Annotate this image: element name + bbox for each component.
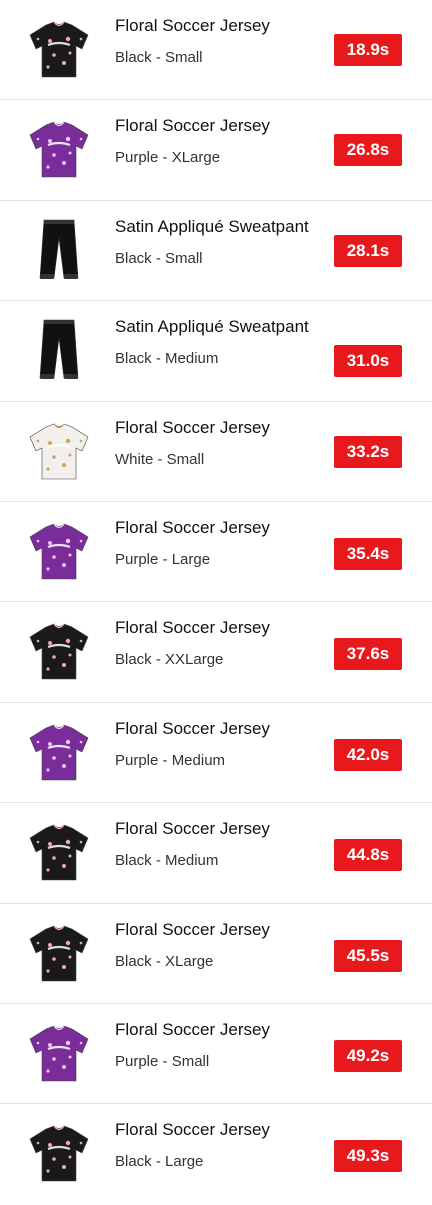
jersey-image [22, 918, 96, 990]
jersey-image [22, 1118, 96, 1190]
product-name: Floral Soccer Jersey [115, 1120, 270, 1140]
product-variant: Purple - Medium [115, 751, 226, 769]
time-badge: 44.8s [334, 839, 402, 872]
product-variant: Purple - Large [115, 550, 211, 568]
time-badge: 28.1s [334, 234, 402, 267]
product-name: Floral Soccer Jersey [115, 517, 270, 537]
product-variant: Black - Medium [115, 852, 219, 870]
list-item[interactable]: Floral Soccer Jersey Black - Medium 44.8s [0, 803, 432, 904]
sweatpant-image [22, 315, 96, 387]
time-badge: 49.2s [334, 1039, 402, 1072]
jersey-image [22, 114, 96, 186]
product-name: Floral Soccer Jersey [115, 618, 270, 638]
time-badge: 37.6s [334, 638, 402, 671]
product-name: Floral Soccer Jersey [115, 116, 270, 136]
list-item[interactable]: Floral Soccer Jersey Black - XLarge 45.5s [0, 904, 432, 1004]
jersey-image [22, 416, 96, 488]
product-variant: White - Small [115, 450, 205, 468]
jersey-image [22, 516, 96, 588]
list-item[interactable]: Satin Appliqué Sweatpant Black - Medium 31… [0, 301, 432, 402]
product-name: Floral Soccer Jersey [115, 16, 270, 35]
time-badge: 45.5s [334, 939, 402, 972]
jersey-image [22, 717, 96, 789]
product-name: Floral Soccer Jersey [115, 1019, 270, 1039]
list-item[interactable]: Floral Soccer Jersey Black - Small 18.9s [0, 0, 432, 101]
list-item[interactable]: Satin Appliqué Sweatpant Black - Small 28.… [0, 201, 432, 302]
time-badge: 26.8s [334, 134, 402, 167]
list-item[interactable]: Floral Soccer Jersey Purple - XLarge 26.8s [0, 100, 432, 201]
time-badge: 33.2s [334, 435, 402, 468]
product-variant: Black - Medium [115, 350, 219, 368]
product-list: Floral Soccer Jersey Black - Small 18.9s F… [0, 0, 432, 1205]
product-variant: Black - XXLarge [115, 651, 224, 669]
list-item[interactable]: Floral Soccer Jersey White - Small 33.2s [0, 402, 432, 502]
jersey-image [22, 616, 96, 688]
list-item[interactable]: Floral Soccer Jersey Black - Large 49.3s [0, 1104, 432, 1204]
list-item[interactable]: Floral Soccer Jersey Purple - Large 35.4s [0, 502, 432, 603]
list-item[interactable]: Floral Soccer Jersey Black - XXLarge 37.6s [0, 602, 432, 703]
product-variant: Purple - XLarge [115, 149, 221, 167]
jersey-image [22, 817, 96, 889]
product-variant: Black - Small [115, 49, 203, 66]
product-variant: Black - Large [115, 1153, 204, 1171]
product-variant: Purple - Small [115, 1052, 210, 1070]
time-badge: 42.0s [334, 738, 402, 771]
product-name: Floral Soccer Jersey [115, 417, 270, 437]
product-variant: Black - Small [115, 249, 203, 267]
product-name: Satin Appliqué Sweatpant [115, 216, 309, 236]
sweatpant-image [22, 215, 96, 287]
list-item[interactable]: Floral Soccer Jersey Purple - Small 49.2s [0, 1004, 432, 1105]
product-variant: Black - XLarge [115, 952, 214, 970]
list-item[interactable]: Floral Soccer Jersey Purple - Medium 42.0s [0, 703, 432, 804]
product-name: Satin Appliqué Sweatpant [115, 317, 309, 337]
product-name: Floral Soccer Jersey [115, 819, 270, 839]
time-badge: 49.3s [334, 1140, 402, 1173]
time-badge: 31.0s [334, 345, 402, 378]
product-name: Floral Soccer Jersey [115, 919, 270, 939]
jersey-image [22, 1018, 96, 1090]
jersey-image [22, 14, 96, 86]
time-badge: 35.4s [334, 537, 402, 570]
product-name: Floral Soccer Jersey [115, 718, 270, 738]
time-badge: 18.9s [334, 34, 402, 66]
